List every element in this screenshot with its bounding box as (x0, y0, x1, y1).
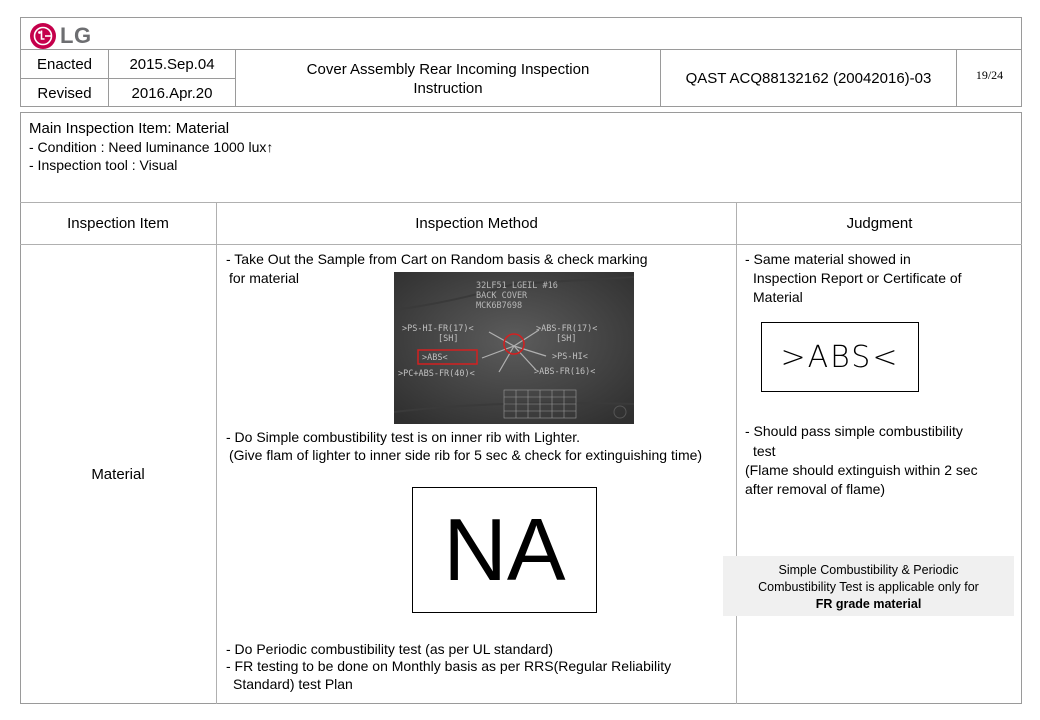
note-line-2: Combustibility Test is applicable only f… (758, 580, 979, 594)
method-step-3: - Do Periodic combustibility test (as pe… (226, 641, 554, 657)
method-step-1: - Take Out the Sample from Cart on Rando… (226, 251, 648, 267)
na-box: NA (412, 487, 597, 613)
judgment-2-cont2: (Flame should extinguish within 2 sec (745, 462, 978, 478)
photo-label-abs-fr: >ABS-FR(17)< (536, 324, 597, 334)
fr-grade-note: Simple Combustibility & Periodic Combust… (723, 556, 1014, 616)
note-line-3: FR grade material (815, 597, 922, 611)
photo-label-sh-left: [SH] (438, 334, 458, 344)
photo-label-pc-abs: >PC+ABS-FR(40)< (398, 369, 475, 379)
header-inspection-method: Inspection Method (415, 215, 538, 232)
photo-label-abs: >ABS< (422, 353, 448, 363)
revised-date: 2016.Apr.20 (131, 84, 213, 102)
title-line-2: Instruction (413, 79, 483, 97)
method-step-2: - Do Simple combustibility test is on in… (226, 429, 581, 445)
table-divider (216, 202, 217, 704)
back-cover-marking-photo: 32LF51 LGEIL #16 BACK COVER MCK6B7698 >P… (394, 272, 634, 424)
method-step-1-cont: for material (229, 270, 300, 286)
inspection-tool-text: - Inspection tool : Visual (29, 157, 178, 173)
document-title: Cover Assembly Rear Incoming Inspection … (236, 50, 660, 107)
method-step-2-cont: (Give flam of lighter to inner side rib … (229, 447, 703, 463)
judgment-2-cont: test (753, 443, 776, 459)
judgment-1: - Same material showed in (745, 251, 911, 267)
enacted-date: 2015.Sep.04 (129, 55, 215, 73)
header-judgment: Judgment (846, 215, 913, 232)
photo-label-ps-hi: >PS-HI< (552, 352, 588, 362)
photo-line-3: MCK6B7698 (476, 301, 522, 311)
judgment-1-cont2: Material (753, 289, 803, 305)
photo-line-1: 32LF51 LGEIL #16 (476, 281, 558, 291)
table-divider (736, 202, 737, 704)
title-line-1: Cover Assembly Rear Incoming Inspection (306, 60, 590, 78)
photo-label-ps-hi-fr: >PS-HI-FR(17)< (402, 324, 474, 334)
method-step-4-cont: Standard) test Plan (233, 676, 353, 692)
revised-label: Revised (37, 84, 92, 102)
photo-label-abs-fr16: >ABS-FR(16)< (534, 367, 595, 377)
document-number: QAST ACQ88132162 (20042016)-03 (685, 70, 932, 87)
page-number: 19/24 (975, 67, 1004, 82)
judgment-1-cont: Inspection Report or Certificate of (753, 270, 962, 286)
logo-text: LG (60, 23, 92, 48)
abs-marking-sample: >ABS< (761, 322, 919, 392)
photo-label-sh-right: [SH] (556, 334, 576, 344)
header-inspection-item: Inspection Item (67, 215, 169, 232)
inspection-item-material: Material (91, 466, 145, 483)
method-step-4: - FR testing to be done on Monthly basis… (226, 658, 672, 674)
lg-logo-icon (30, 23, 56, 49)
lg-logo: LG (30, 23, 92, 49)
condition-text: - Condition : Need luminance 1000 lux↑ (29, 139, 274, 155)
note-line-1: Simple Combustibility & Periodic (778, 563, 959, 577)
enacted-label: Enacted (36, 55, 93, 73)
photo-line-2: BACK COVER (476, 291, 528, 301)
judgment-2: - Should pass simple combustibility (745, 423, 963, 439)
main-inspection-item: Main Inspection Item: Material (29, 120, 230, 137)
judgment-2-cont3: after removal of flame) (745, 481, 886, 497)
